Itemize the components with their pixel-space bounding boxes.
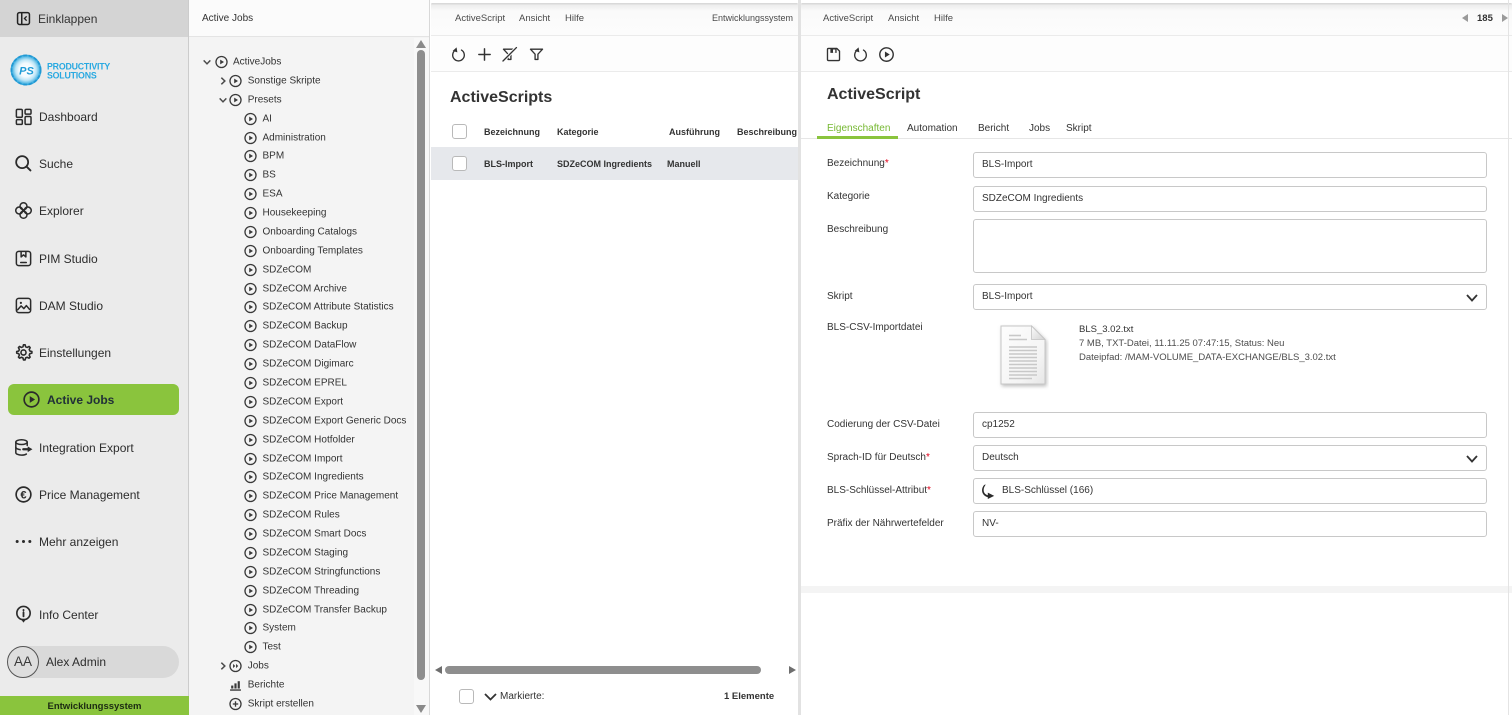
svg-text:€: € xyxy=(20,489,26,501)
svg-text:PS: PS xyxy=(19,66,34,78)
svg-text:SOLUTIONS: SOLUTIONS xyxy=(47,71,97,81)
